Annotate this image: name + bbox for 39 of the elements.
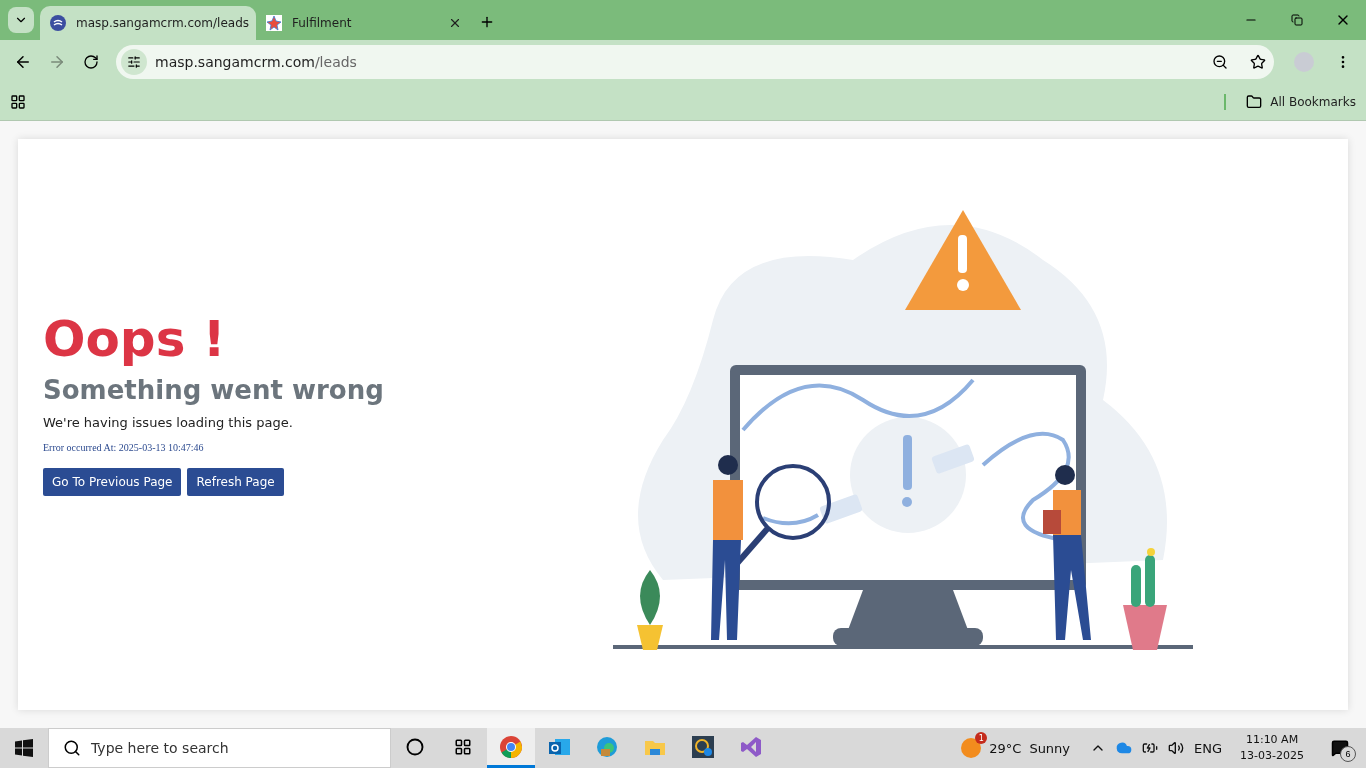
task-view-icon bbox=[454, 737, 472, 756]
address-bar[interactable]: masp.sangamcrm.com/leads bbox=[116, 45, 1274, 79]
notification-count: 6 bbox=[1340, 746, 1356, 762]
temperature-label: 29°C bbox=[989, 740, 1022, 756]
circle-icon bbox=[406, 737, 424, 756]
clock[interactable]: 11:10 AM 13-03-2025 bbox=[1240, 732, 1304, 764]
battery-icon[interactable] bbox=[1142, 740, 1159, 756]
site-settings-icon[interactable] bbox=[121, 49, 147, 75]
weather-condition: Sunny bbox=[1029, 740, 1071, 756]
tab-list-button[interactable] bbox=[8, 7, 34, 33]
restore-icon bbox=[1291, 14, 1303, 26]
error-message: We're having issues loading this page. bbox=[43, 415, 293, 430]
forward-arrow-icon bbox=[48, 53, 66, 71]
windows-logo-icon bbox=[15, 739, 33, 757]
plus-icon bbox=[479, 14, 495, 30]
all-bookmarks-label[interactable]: All Bookmarks bbox=[1270, 95, 1356, 109]
star-logo-icon bbox=[266, 15, 282, 31]
weather-badge: 1 bbox=[975, 732, 988, 744]
close-icon[interactable] bbox=[448, 16, 462, 30]
search-icon bbox=[63, 739, 81, 757]
bookmark-star-icon[interactable] bbox=[1250, 54, 1266, 70]
globe-icon bbox=[50, 15, 66, 31]
error-heading: Something went wrong bbox=[43, 375, 384, 405]
folder-icon[interactable] bbox=[1246, 94, 1263, 110]
notifications-button[interactable]: 6 bbox=[1322, 728, 1358, 768]
cloud-icon[interactable] bbox=[1116, 740, 1133, 756]
browser-tab[interactable]: Fulfilment bbox=[256, 6, 472, 40]
chrome-icon[interactable] bbox=[487, 728, 535, 768]
taskbar-search-field[interactable]: Type here to search bbox=[48, 728, 391, 768]
action-button[interactable]: Refresh Page bbox=[187, 468, 284, 496]
error-timestamp: Error occurred At: 2025-03-13 10:47:46 bbox=[43, 442, 204, 453]
language-indicator[interactable]: ENG bbox=[1194, 740, 1223, 756]
action-button[interactable]: Go To Previous Page bbox=[43, 468, 182, 496]
apps-grid-icon[interactable] bbox=[10, 94, 26, 110]
reload-icon bbox=[83, 54, 99, 70]
error-title: Oops ! bbox=[43, 309, 226, 369]
zoom-out-icon[interactable] bbox=[1212, 54, 1228, 70]
speaker-icon[interactable] bbox=[1168, 740, 1185, 756]
browser-tab[interactable]: masp.sangamcrm.com/leads bbox=[40, 6, 256, 40]
